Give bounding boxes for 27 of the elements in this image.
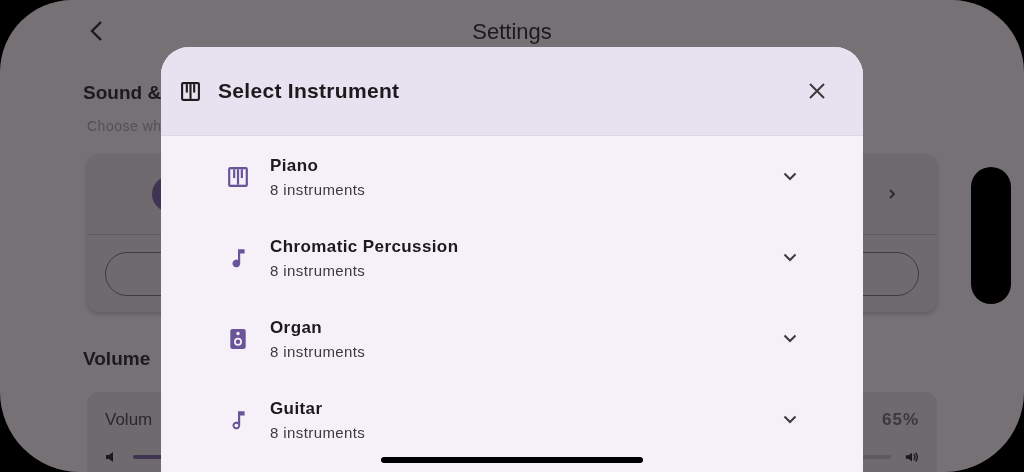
category-name: Piano <box>270 155 320 176</box>
screen-title: Settings <box>472 19 552 45</box>
category-item[interactable]: Organ 8 instruments <box>161 298 863 379</box>
category-item[interactable]: Piano 8 instruments <box>161 136 863 217</box>
category-count: 8 instruments <box>270 342 367 360</box>
category-count: 8 instruments <box>270 180 367 198</box>
section-heading: Volume <box>83 348 151 370</box>
back-icon[interactable] <box>90 20 104 42</box>
category-count: 8 instruments <box>270 423 367 441</box>
section-heading: Sound & <box>83 82 162 104</box>
category-name: Chromatic Percussion <box>270 236 460 257</box>
piano-icon <box>180 80 201 102</box>
speaker-icon <box>227 327 249 350</box>
category-name: Organ <box>270 317 324 338</box>
category-name: Guitar <box>270 398 324 419</box>
volume-label: Volum <box>105 410 153 430</box>
chevron-right-icon <box>887 188 897 200</box>
expand-icon[interactable] <box>783 172 797 181</box>
expand-icon[interactable] <box>783 415 797 424</box>
piano-icon <box>227 165 249 188</box>
category-item[interactable]: Guitar 8 instruments <box>161 379 863 460</box>
volume-high-icon <box>905 450 919 464</box>
category-count: 8 instruments <box>270 261 367 279</box>
dialog-title: Select Instrument <box>218 79 401 103</box>
expand-icon[interactable] <box>783 253 797 262</box>
category-item[interactable]: Chromatic Percussion 8 instruments <box>161 217 863 298</box>
expand-icon[interactable] <box>783 334 797 343</box>
